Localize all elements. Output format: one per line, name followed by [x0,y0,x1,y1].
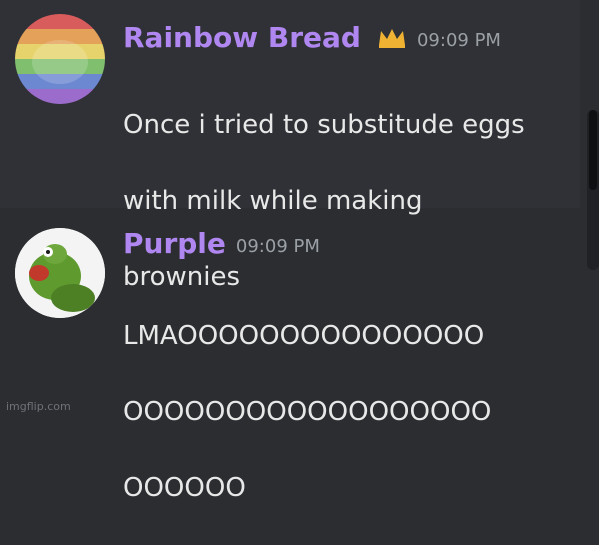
timestamp[interactable]: 09:09 PM [417,32,501,50]
kermit-avatar-image [15,228,105,318]
username[interactable]: Rainbow Bread [123,24,361,52]
message-line: OOOOOOOOOOOOOOOOOO [123,397,492,427]
rainbow-avatar-image [15,14,105,104]
message-line: LMAOOOOOOOOOOOOOOO [123,321,485,351]
message-item[interactable]: Rainbow Bread 09:09 PM Once i tried to s… [0,0,580,292]
username[interactable]: Purple [123,230,226,258]
user-avatar-rainbow-bread[interactable] [15,14,105,104]
timestamp[interactable]: 09:09 PM [236,238,320,256]
chat-message-list: Rainbow Bread 09:09 PM Once i tried to s… [0,0,599,503]
message-line: Once i tried to substitude eggs [123,110,525,140]
scrollbar[interactable] [587,110,599,270]
user-avatar-purple[interactable] [15,228,105,318]
message-item[interactable]: Purple 09:09 PM LMAOOOOOOOOOOOOOOO OOOOO… [0,208,580,503]
message-content: LMAOOOOOOOOOOOOOOO OOOOOOOOOOOOOOOOOO OO… [123,279,573,545]
message-line: OOOOOO [123,473,246,503]
crown-icon [377,27,407,49]
watermark: imgflip.com [6,400,71,413]
scrollbar-thumb[interactable] [589,110,597,190]
